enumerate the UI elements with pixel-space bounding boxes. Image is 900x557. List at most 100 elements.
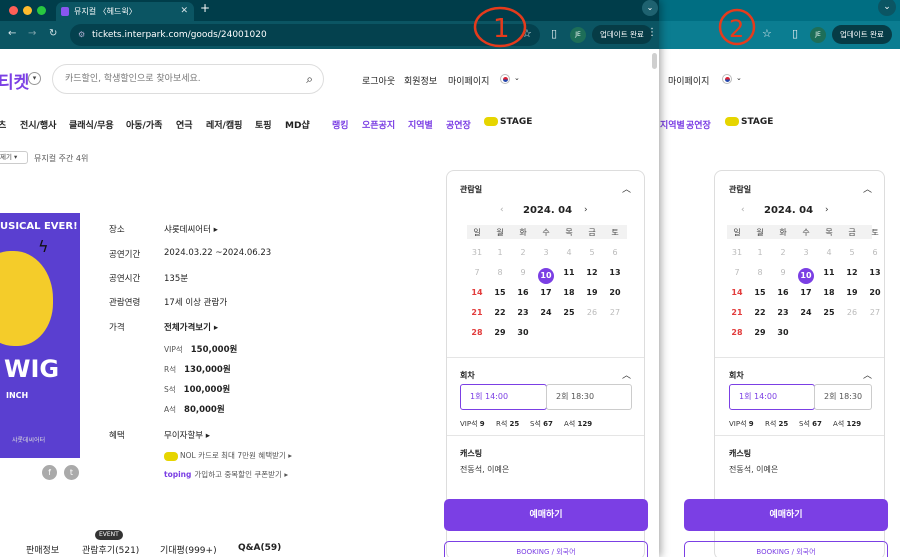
close-window-icon[interactable] xyxy=(9,6,18,15)
calendar-day[interactable]: 21 xyxy=(729,308,745,317)
chevron-down-icon[interactable]: ⌄ xyxy=(514,74,520,82)
profile-avatar[interactable]: JE xyxy=(810,27,826,43)
reload-icon[interactable]: ↻ xyxy=(49,28,57,39)
calendar-day[interactable]: 11 xyxy=(821,268,837,277)
calendar-day[interactable]: 14 xyxy=(729,288,745,297)
search-icon[interactable]: ⌕ xyxy=(306,65,313,93)
calendar-day[interactable]: 11 xyxy=(561,268,577,277)
calendar-day[interactable]: 10 xyxy=(798,268,814,284)
logo[interactable]: 티켓 xyxy=(0,68,29,93)
venue-link[interactable]: 샤롯데씨어터 ▸ xyxy=(164,223,218,235)
prev-month-icon[interactable]: ‹ xyxy=(741,205,745,215)
calendar-day[interactable]: 17 xyxy=(798,288,814,297)
tab-search-icon[interactable]: ⌄ xyxy=(642,0,658,16)
forward-icon[interactable]: → xyxy=(28,28,36,39)
calendar-day[interactable]: 29 xyxy=(492,328,508,337)
calendar-day[interactable]: 15 xyxy=(752,288,768,297)
tab-qna[interactable]: Q&A(59) xyxy=(238,543,281,553)
calendar-day[interactable]: 28 xyxy=(729,328,745,337)
calendar-day[interactable]: 12 xyxy=(844,268,860,277)
search-input[interactable]: 카드할인, 학생할인으로 찾아보세요. ⌕ xyxy=(52,64,324,94)
chevron-up-icon[interactable]: ︿ xyxy=(863,182,872,195)
calendar-day[interactable]: 24 xyxy=(798,308,814,317)
calendar-day[interactable]: 23 xyxy=(775,308,791,317)
calendar-day[interactable]: 29 xyxy=(752,328,768,337)
close-tab-icon[interactable]: ✕ xyxy=(180,2,188,21)
calendar-day[interactable]: 20 xyxy=(867,288,883,297)
facebook-icon[interactable]: f xyxy=(42,465,57,480)
menu-item-sports[interactable]: 츠 xyxy=(0,118,6,131)
chevron-down-icon[interactable]: ⌄ xyxy=(736,74,742,82)
star-icon[interactable]: ☆ xyxy=(762,27,772,40)
update-button[interactable]: 업데이트 완료 xyxy=(832,25,892,44)
chevron-down-icon[interactable]: ▾ xyxy=(28,72,41,85)
sidebar-icon[interactable]: ▯ xyxy=(551,27,557,40)
update-button[interactable]: 업데이트 완료 xyxy=(592,25,652,44)
minimize-window-icon[interactable] xyxy=(23,6,32,15)
calendar-day[interactable]: 10 xyxy=(538,268,554,284)
price-all-link[interactable]: 전체가격보기 ▸ xyxy=(164,321,218,333)
chevron-up-icon[interactable]: ︿ xyxy=(622,182,631,195)
chevron-up-icon[interactable]: ︿ xyxy=(622,368,631,381)
new-tab-icon[interactable]: + xyxy=(200,1,210,15)
toping-benefit-link[interactable]: toping 가입하고 중복할인 쿠폰받기 ▸ xyxy=(164,469,288,480)
tab-expectations[interactable]: 기대평(999+) xyxy=(160,543,217,556)
session-2-button[interactable]: 2회 18:30 xyxy=(814,384,872,410)
calendar-day[interactable]: 15 xyxy=(492,288,508,297)
menu-item-theater[interactable]: 공연장 xyxy=(686,118,711,131)
prev-month-icon[interactable]: ‹ xyxy=(500,205,504,215)
calendar-day[interactable]: 13 xyxy=(607,268,623,277)
calendar-day[interactable]: 28 xyxy=(469,328,485,337)
logout-link[interactable]: 로그아웃 xyxy=(362,74,395,87)
menu-item-open[interactable]: 오픈공지 xyxy=(362,118,395,131)
menu-item-toping[interactable]: 토핑 xyxy=(255,118,272,131)
calendar-day[interactable]: 17 xyxy=(538,288,554,297)
profile-avatar[interactable]: JE xyxy=(570,27,586,43)
menu-item-venue[interactable]: 지역별 xyxy=(408,118,433,131)
nol-benefit-link[interactable]: NOL 카드로 최대 7만원 혜택받기 ▸ xyxy=(164,450,292,461)
menu-item-leisure[interactable]: 레저/캠핑 xyxy=(206,118,242,131)
maximize-window-icon[interactable] xyxy=(37,6,46,15)
sidebar-icon[interactable]: ▯ xyxy=(792,27,798,40)
menu-item-mdshop[interactable]: MD샵 xyxy=(285,118,310,131)
menu-item-play[interactable]: 연극 xyxy=(176,118,193,131)
menu-item-exhibition[interactable]: 전시/행사 xyxy=(20,118,56,131)
benefit-link[interactable]: 무이자할부 ▸ xyxy=(164,429,210,441)
scrollbar-thumb[interactable] xyxy=(652,53,657,69)
calendar-day[interactable]: 30 xyxy=(515,328,531,337)
calendar-day[interactable]: 20 xyxy=(607,288,623,297)
mypage-link[interactable]: 마이페이지 xyxy=(668,74,709,87)
book-button[interactable]: 예매하기 xyxy=(684,499,888,531)
member-info-link[interactable]: 회원정보 xyxy=(404,74,437,87)
next-month-icon[interactable]: › xyxy=(825,205,829,215)
category-select[interactable]: 제기 ▾ xyxy=(0,151,28,164)
calendar-day[interactable]: 23 xyxy=(515,308,531,317)
menu-item-kids[interactable]: 아동/가족 xyxy=(126,118,162,131)
calendar-day[interactable]: 19 xyxy=(844,288,860,297)
session-1-button[interactable]: 1회 14:00 xyxy=(460,384,547,410)
next-month-icon[interactable]: › xyxy=(584,205,588,215)
menu-item-classic[interactable]: 클래식/무용 xyxy=(69,118,114,131)
calendar-day[interactable]: 25 xyxy=(821,308,837,317)
back-icon[interactable]: ← xyxy=(8,28,16,39)
calendar-day[interactable]: 22 xyxy=(752,308,768,317)
mypage-link[interactable]: 마이페이지 xyxy=(448,74,489,87)
session-1-button[interactable]: 1회 14:00 xyxy=(729,384,815,410)
tab-reviews[interactable]: 관람후기(521) xyxy=(82,543,139,556)
calendar-day[interactable]: 24 xyxy=(538,308,554,317)
calendar-day[interactable]: 14 xyxy=(469,288,485,297)
browser-tab[interactable]: 뮤지컬 〈헤드윅〉 ✕ xyxy=(56,2,194,21)
booking-foreign-button[interactable]: BOOKING / 외국어 xyxy=(444,541,648,557)
calendar-day[interactable]: 16 xyxy=(515,288,531,297)
tab-sales-info[interactable]: 판매정보 xyxy=(26,543,59,556)
calendar-day[interactable]: 12 xyxy=(584,268,600,277)
booking-foreign-button[interactable]: BOOKING / 외국어 xyxy=(684,541,888,557)
book-button[interactable]: 예매하기 xyxy=(444,499,648,531)
calendar-day[interactable]: 16 xyxy=(775,288,791,297)
session-2-button[interactable]: 2회 18:30 xyxy=(546,384,632,410)
menu-item-theater[interactable]: 공연장 xyxy=(446,118,471,131)
menu-kebab-icon[interactable]: ⋮ xyxy=(647,27,657,38)
calendar-day[interactable]: 22 xyxy=(492,308,508,317)
calendar-day[interactable]: 30 xyxy=(775,328,791,337)
nol-stage-logo[interactable]: STAGE xyxy=(484,117,532,127)
